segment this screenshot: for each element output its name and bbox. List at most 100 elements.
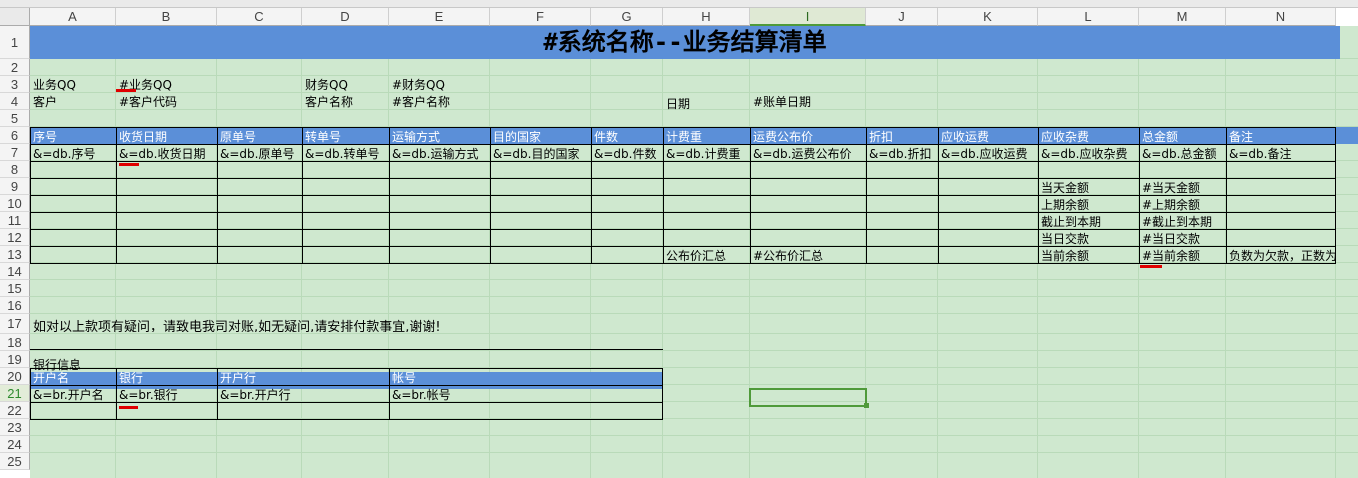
bank-header-cell[interactable]: 开户名: [30, 369, 116, 385]
table-field-cell[interactable]: &=db.应收杂费: [1038, 145, 1139, 161]
date-label[interactable]: 日期: [663, 95, 690, 111]
price-total-value[interactable]: #公布价汇总: [750, 247, 823, 263]
column-header-G[interactable]: G: [591, 8, 663, 26]
column-header-A[interactable]: A: [30, 8, 116, 26]
table-header-cell[interactable]: 转单号: [302, 128, 389, 144]
table-field-cell[interactable]: &=db.收货日期: [116, 145, 217, 161]
table-field-cell[interactable]: &=db.序号: [30, 145, 116, 161]
row-header-2[interactable]: 2: [0, 59, 30, 76]
table-field-cell[interactable]: &=db.总金额: [1139, 145, 1226, 161]
bank-field-cell[interactable]: &=br.开户行: [217, 386, 389, 402]
column-header-D[interactable]: D: [302, 8, 389, 26]
summary-value[interactable]: #截止到本期: [1139, 213, 1212, 229]
table-header-cell[interactable]: 原单号: [217, 128, 302, 144]
column-header-K[interactable]: K: [938, 8, 1038, 26]
row-header-3[interactable]: 3: [0, 76, 30, 93]
bank-field-cell[interactable]: &=br.帐号: [389, 386, 663, 402]
row-header-22[interactable]: 22: [0, 402, 30, 419]
table-field-cell[interactable]: &=db.备注: [1226, 145, 1336, 161]
row-header-4[interactable]: 4: [0, 93, 30, 110]
row-header-8[interactable]: 8: [0, 161, 30, 178]
table-header-cell[interactable]: 折扣: [866, 128, 938, 144]
table-header-cell[interactable]: 目的国家: [490, 128, 591, 144]
sheet-title[interactable]: #系统名称--业务结算清单: [30, 26, 1340, 59]
summary-label[interactable]: 当日交款: [1038, 230, 1089, 246]
table-field-cell[interactable]: &=db.运费公布价: [750, 145, 866, 161]
table-field-cell[interactable]: &=db.目的国家: [490, 145, 591, 161]
date-value[interactable]: #账单日期: [750, 93, 811, 109]
table-header-cell[interactable]: 序号: [30, 128, 116, 144]
row-header-18[interactable]: 18: [0, 334, 30, 351]
row-header-15[interactable]: 15: [0, 280, 30, 297]
biz-qq-label[interactable]: 业务QQ: [30, 76, 76, 92]
row-header-10[interactable]: 10: [0, 195, 30, 212]
column-header-M[interactable]: M: [1139, 8, 1226, 26]
customer-name-label[interactable]: 客户名称: [302, 93, 353, 109]
select-all-corner[interactable]: [0, 8, 30, 26]
table-header-cell[interactable]: 收货日期: [116, 128, 217, 144]
table-header-cell[interactable]: 备注: [1226, 128, 1336, 144]
selected-cell-I21[interactable]: [749, 388, 867, 407]
summary-value[interactable]: #当天金额: [1139, 179, 1200, 195]
bank-header-cell[interactable]: 帐号: [389, 369, 663, 385]
note[interactable]: 负数为欠款，正数为: [1226, 247, 1336, 263]
table-field-cell[interactable]: &=db.折扣: [866, 145, 938, 161]
summary-value[interactable]: #当日交款: [1139, 230, 1200, 246]
summary-label[interactable]: 当天金额: [1038, 179, 1089, 195]
summary-label[interactable]: 截止到本期: [1038, 213, 1101, 229]
summary-label[interactable]: 上期余额: [1038, 196, 1089, 212]
table-header-cell[interactable]: 运费公布价: [750, 128, 866, 144]
row-header-5[interactable]: 5: [0, 110, 30, 127]
table-field-cell[interactable]: &=db.件数: [591, 145, 663, 161]
customer-name-value[interactable]: #客户名称: [389, 93, 450, 109]
table-header-cell[interactable]: 应收运费: [938, 128, 1038, 144]
row-header-7[interactable]: 7: [0, 144, 30, 161]
column-header-H[interactable]: H: [663, 8, 750, 26]
column-header-B[interactable]: B: [116, 8, 217, 26]
table-header-cell[interactable]: 总金额: [1139, 128, 1226, 144]
column-header-J[interactable]: J: [866, 8, 938, 26]
price-total-label[interactable]: 公布价汇总: [663, 247, 726, 263]
bank-field-cell[interactable]: &=br.开户名: [30, 386, 116, 402]
row-header-19[interactable]: 19: [0, 351, 30, 368]
column-header-I[interactable]: I: [750, 8, 866, 26]
table-field-cell[interactable]: &=db.原单号: [217, 145, 302, 161]
row-header-24[interactable]: 24: [0, 436, 30, 453]
row-header-23[interactable]: 23: [0, 419, 30, 436]
row-header-17[interactable]: 17: [0, 314, 30, 334]
row-header-1[interactable]: 1: [0, 26, 30, 59]
row-header-12[interactable]: 12: [0, 229, 30, 246]
summary-value[interactable]: #当前余额: [1139, 247, 1200, 263]
column-header-F[interactable]: F: [490, 8, 591, 26]
fin-qq-value[interactable]: #财务QQ: [389, 76, 445, 92]
summary-value[interactable]: #上期余额: [1139, 196, 1200, 212]
summary-label[interactable]: 当前余额: [1038, 247, 1089, 263]
row-header-6[interactable]: 6: [0, 127, 30, 144]
table-header-cell[interactable]: 件数: [591, 128, 663, 144]
row-header-9[interactable]: 9: [0, 178, 30, 195]
table-field-cell[interactable]: &=db.运输方式: [389, 145, 490, 161]
table-field-cell[interactable]: &=db.应收运费: [938, 145, 1038, 161]
row-header-14[interactable]: 14: [0, 263, 30, 280]
message-text[interactable]: 如对以上款项有疑问，请致电我司对账,如无疑问,请安排付款事宜,谢谢!: [30, 316, 441, 332]
row-header-16[interactable]: 16: [0, 297, 30, 314]
row-header-20[interactable]: 20: [0, 368, 30, 385]
row-header-21[interactable]: 21: [0, 385, 30, 402]
bank-field-cell[interactable]: &=br.银行: [116, 386, 217, 402]
table-field-cell[interactable]: &=db.转单号: [302, 145, 389, 161]
row-header-11[interactable]: 11: [0, 212, 30, 229]
fill-handle[interactable]: [864, 403, 869, 408]
table-header-cell[interactable]: 计费重: [663, 128, 750, 144]
column-header-L[interactable]: L: [1038, 8, 1139, 26]
table-header-cell[interactable]: 应收杂费: [1038, 128, 1139, 144]
fin-qq-label[interactable]: 财务QQ: [302, 76, 348, 92]
bank-header-cell[interactable]: 开户行: [217, 369, 389, 385]
cell-grid[interactable]: #系统名称--业务结算清单 业务QQ #业务QQ 财务QQ #财务QQ 客户 #…: [30, 26, 1358, 478]
column-header-C[interactable]: C: [217, 8, 302, 26]
customer-label[interactable]: 客户: [30, 93, 57, 109]
bank-header-cell[interactable]: 银行: [116, 369, 217, 385]
table-field-cell[interactable]: &=db.计费重: [663, 145, 750, 161]
table-header-cell[interactable]: 运输方式: [389, 128, 490, 144]
row-header-25[interactable]: 25: [0, 453, 30, 470]
customer-code[interactable]: #客户代码: [116, 93, 177, 109]
